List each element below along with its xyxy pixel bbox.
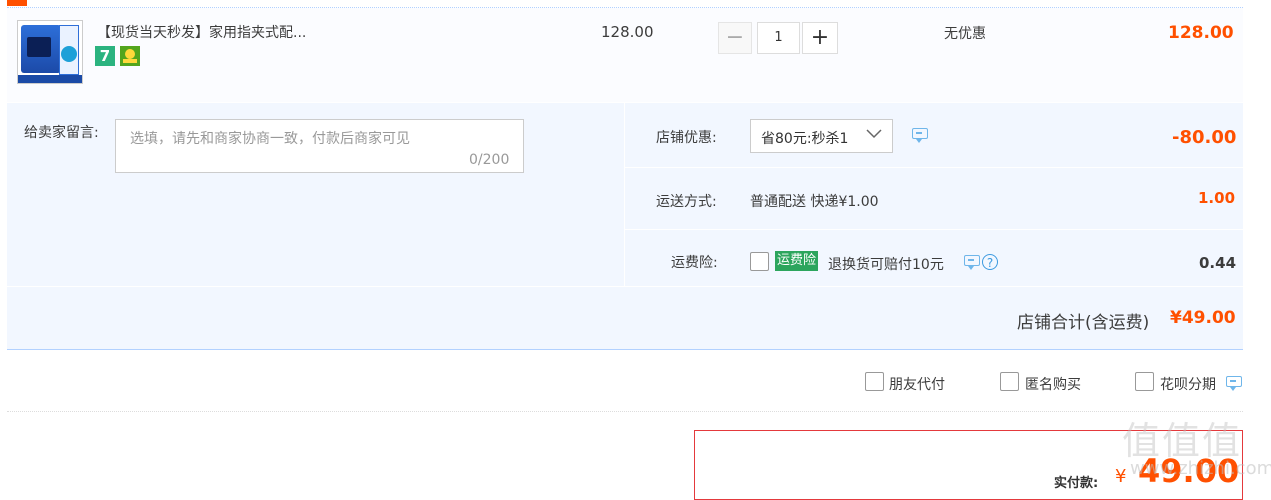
panel-divider — [624, 103, 625, 286]
divider — [7, 411, 1243, 412]
chevron-down-icon[interactable] — [865, 124, 883, 142]
currency-symbol: ¥ — [1115, 466, 1127, 487]
panel-divider — [624, 229, 1243, 230]
order-corner-tab — [7, 0, 27, 6]
panel-divider — [624, 167, 1243, 168]
chat-bubble-icon[interactable] — [912, 128, 928, 143]
consumer-guarantee-icon[interactable] — [120, 46, 140, 66]
actual-payment-label: 实付款: — [1054, 476, 1099, 491]
product-thumbnail[interactable] — [17, 20, 83, 84]
shop-coupon-label: 店铺优惠: — [656, 130, 717, 146]
shipping-insurance-description: 退换货可赔付10元 — [828, 257, 944, 273]
item-subtotal: 128.00 — [1168, 23, 1234, 43]
seller-message-label: 给卖家留言: — [24, 125, 99, 141]
store-total-label: 店铺合计(含运费) — [1017, 313, 1150, 333]
store-total-amount: ¥49.00 — [1170, 308, 1236, 328]
chat-bubble-icon[interactable] — [1226, 376, 1242, 391]
product-title-link[interactable]: 【现货当天秒发】家用指夹式配... — [97, 22, 306, 42]
shipping-insurance-label: 运费险: — [671, 255, 718, 271]
shipping-amount: 1.00 — [1198, 189, 1236, 207]
item-discount: 无优惠 — [944, 26, 986, 42]
quantity-input[interactable]: 1 — [757, 22, 800, 54]
seven-day-return-icon[interactable]: 7 — [95, 46, 115, 66]
oximeter-image — [21, 25, 61, 73]
friend-pay-checkbox[interactable] — [865, 372, 884, 391]
thumbnail-banner — [18, 75, 82, 83]
quantity-decrease-button[interactable]: − — [718, 22, 752, 54]
coupon-amount: -80.00 — [1172, 127, 1237, 148]
seller-message-placeholder: 选填，请先和商家协商一致，付款后商家可见 — [130, 131, 410, 147]
shipping-method-value: 普通配送 快递¥1.00 — [750, 194, 879, 210]
chat-bubble-icon[interactable] — [964, 255, 980, 270]
unit-price: 128.00 — [601, 23, 654, 41]
seller-message-counter: 0/200 — [469, 152, 510, 168]
huabei-installment-checkbox[interactable] — [1135, 372, 1154, 391]
panel-divider — [7, 286, 1243, 287]
shop-coupon-selected-value: 省80元:秒杀1 — [761, 131, 849, 147]
watermark-logo: 值值值 — [1122, 419, 1243, 463]
help-icon[interactable]: ? — [982, 254, 998, 270]
huabei-installment-label[interactable]: 花呗分期 — [1160, 374, 1216, 394]
quantity-increase-button[interactable]: + — [802, 22, 838, 54]
anonymous-purchase-checkbox[interactable] — [1000, 372, 1019, 391]
friend-pay-label[interactable]: 朋友代付 — [889, 374, 945, 394]
shipping-insurance-checkbox[interactable] — [750, 252, 769, 271]
watermark-url: www.zhizhi.com — [1130, 458, 1271, 479]
shipping-insurance-tag: 运费险 — [775, 251, 819, 271]
package-image — [59, 25, 79, 75]
shipping-insurance-amount: 0.44 — [1199, 254, 1237, 272]
shipping-method-label: 运送方式: — [656, 194, 717, 210]
anonymous-purchase-label[interactable]: 匿名购买 — [1025, 374, 1081, 394]
